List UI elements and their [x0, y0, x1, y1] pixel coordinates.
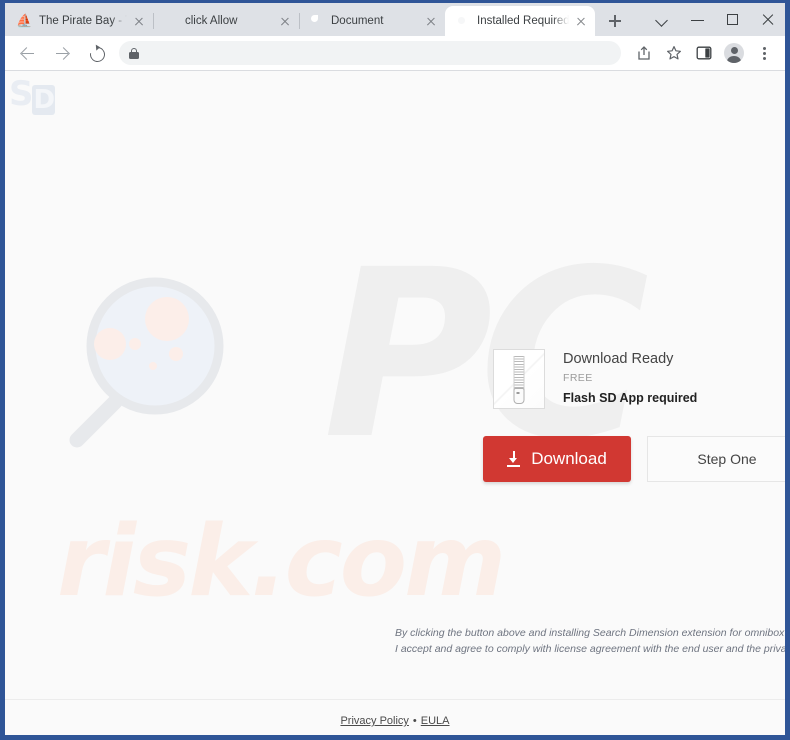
price-label: FREE: [563, 372, 593, 384]
maximize-button[interactable]: [715, 3, 750, 36]
tab-document[interactable]: Document: [299, 6, 445, 36]
tab-installed-required[interactable]: Installed Required: [445, 6, 595, 36]
tab-close-icon[interactable]: [277, 13, 293, 29]
tab-close-icon[interactable]: [131, 13, 147, 29]
disclaimer-text: By clicking the button above and install…: [395, 625, 785, 658]
sd-logo-s: S: [9, 74, 33, 114]
page-viewport: SD PC risk.com Download Ready FREE Flash…: [5, 71, 785, 735]
three-dot-menu-icon[interactable]: [750, 39, 778, 67]
privacy-policy-link[interactable]: Privacy Policy: [340, 715, 408, 727]
red-dot-icon: [162, 13, 178, 29]
disclaimer-line-1: By clicking the button above and install…: [395, 627, 785, 639]
tab-pirate-bay[interactable]: ⛵ The Pirate Bay - The gal: [7, 6, 153, 36]
magnifier-graphic: [63, 274, 243, 454]
tab-close-icon[interactable]: [423, 13, 439, 29]
download-button-label: Download: [531, 449, 607, 468]
forward-button[interactable]: [48, 39, 76, 67]
browser-window: ⛵ The Pirate Bay - The gal click Allow D…: [0, 0, 790, 740]
download-arrow-icon: [507, 451, 521, 467]
browser-toolbar: [5, 36, 785, 71]
sd-logo-watermark: SD: [9, 74, 56, 115]
bookmark-star-icon[interactable]: [660, 39, 688, 67]
download-card-text: Download Ready FREE Flash SD App require…: [563, 349, 697, 405]
globe-icon: [308, 13, 324, 29]
side-panel-icon[interactable]: [690, 39, 718, 67]
tab-strip: ⛵ The Pirate Bay - The gal click Allow D…: [5, 3, 785, 36]
reload-button[interactable]: [82, 39, 110, 67]
profile-avatar[interactable]: [720, 39, 748, 67]
page-footer: Privacy Policy • EULA: [5, 699, 785, 735]
sd-logo-d: D: [31, 85, 56, 115]
pirate-ship-icon: ⛵: [16, 13, 33, 28]
step-one-label: Step One: [697, 451, 757, 467]
tab-title: Document: [331, 15, 384, 27]
lock-icon: [129, 47, 139, 59]
download-card: Download Ready FREE Flash SD App require…: [493, 349, 697, 409]
close-window-button[interactable]: [750, 3, 785, 36]
tab-click-allow[interactable]: click Allow: [153, 6, 299, 36]
download-button[interactable]: Download: [483, 436, 631, 482]
eula-link[interactable]: EULA: [421, 715, 450, 727]
disclaimer-line-2: I accept and agree to comply with licens…: [395, 643, 785, 656]
step-one-button[interactable]: Step One: [647, 436, 785, 482]
back-button[interactable]: [14, 39, 42, 67]
requirement-note: Flash SD App required: [563, 391, 698, 405]
window-controls: [645, 3, 785, 36]
tab-search-chevron-down-icon[interactable]: [645, 3, 680, 36]
chrome-icon: [454, 13, 470, 29]
tab-title: click Allow: [185, 15, 238, 27]
tab-title: The Pirate Bay - The gal: [39, 15, 127, 27]
zip-archive-icon: [493, 349, 545, 409]
share-icon[interactable]: [630, 39, 658, 67]
tab-title: Installed Required: [477, 15, 569, 27]
footer-separator: •: [412, 715, 417, 727]
action-buttons-row: Download Step One: [483, 436, 785, 482]
new-tab-button[interactable]: [601, 7, 629, 35]
download-ready-title: Download Ready: [563, 351, 674, 367]
tab-close-icon[interactable]: [573, 13, 589, 29]
address-bar[interactable]: [119, 41, 621, 65]
minimize-button[interactable]: [680, 3, 715, 36]
risk-domain-watermark-text: risk.com: [57, 505, 506, 619]
